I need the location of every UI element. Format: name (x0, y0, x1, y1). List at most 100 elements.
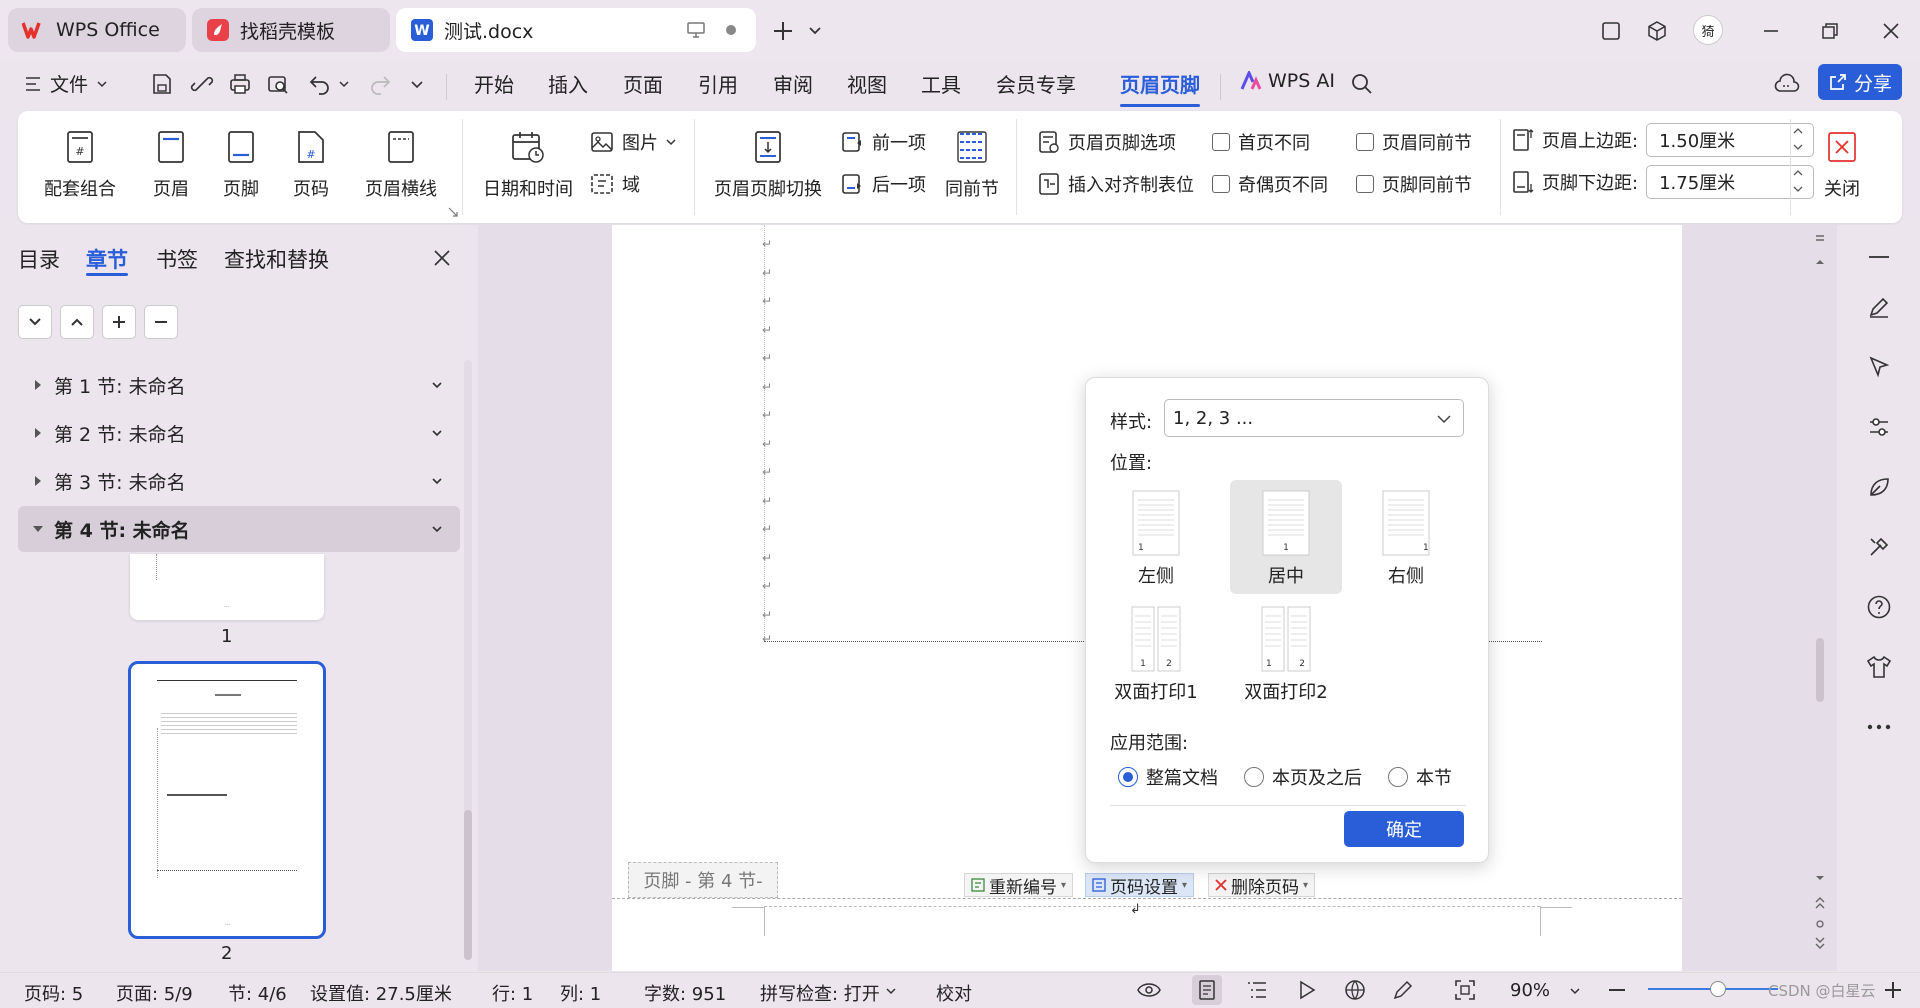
menu-tools[interactable]: 工具 (921, 70, 961, 100)
status-row[interactable]: 行: 1 (492, 980, 533, 1006)
page-thumbnail-selected[interactable]: ... (128, 661, 326, 939)
style-select[interactable]: 1, 2, 3 ... (1164, 399, 1464, 437)
remove-section-button[interactable] (144, 305, 178, 339)
status-col[interactable]: 列: 1 (560, 980, 601, 1006)
previous-item-button[interactable]: 前一项 (840, 127, 926, 157)
page-number-button[interactable]: # 页码 (284, 127, 338, 201)
zoom-level[interactable]: 90% (1510, 980, 1550, 1001)
ok-button[interactable]: 确定 (1344, 811, 1464, 847)
tab-find-replace[interactable]: 查找和替换 (224, 244, 329, 274)
position-right-option[interactable]: 1 右侧 (1350, 480, 1462, 594)
spin-up-icon[interactable] (1793, 169, 1803, 177)
more-dots-icon[interactable] (1864, 712, 1894, 742)
menu-header-footer[interactable]: 页眉页脚 (1120, 70, 1200, 100)
set-combo-button[interactable]: # 配套组合 (38, 127, 122, 201)
dialog-launcher-icon[interactable] (448, 207, 458, 217)
status-page-code[interactable]: 页码: 5 (24, 980, 83, 1006)
chevron-down-icon[interactable] (886, 988, 896, 995)
menu-references[interactable]: 引用 (698, 70, 738, 100)
eye-icon[interactable] (1136, 977, 1162, 1003)
close-window-icon[interactable] (1876, 16, 1906, 46)
header-button[interactable]: 页眉 (144, 127, 198, 201)
save-icon[interactable] (150, 72, 174, 96)
restore-icon[interactable] (1815, 16, 1845, 46)
header-footer-options-button[interactable]: 页眉页脚选项 (1038, 127, 1176, 157)
footer-page-number[interactable]: ↲ (1130, 902, 1141, 917)
zoom-slider-handle[interactable] (1710, 981, 1726, 997)
picture-button[interactable]: 图片 (590, 127, 676, 157)
globe-icon[interactable] (1342, 977, 1368, 1003)
zoom-in-icon[interactable] (1880, 977, 1906, 1003)
header-line-button[interactable]: 页眉横线 (356, 127, 446, 201)
close-panel-icon[interactable] (432, 248, 452, 268)
file-menu[interactable]: 文件 (24, 70, 108, 97)
document-scrollbar-thumb[interactable] (1816, 638, 1824, 702)
header-top-margin-input[interactable]: 1.50厘米 (1646, 123, 1815, 157)
tab-bookmarks[interactable]: 书签 (156, 244, 198, 274)
pen-edit-icon[interactable] (1390, 977, 1416, 1003)
section-row[interactable]: 第 1 节: 未命名 (18, 362, 460, 408)
menu-start[interactable]: 开始 (474, 70, 514, 100)
scroll-nav-icons[interactable] (1814, 872, 1826, 962)
status-section[interactable]: 节: 4/6 (228, 980, 287, 1006)
footer-same-as-prev-checkbox[interactable]: 页脚同前节 (1356, 169, 1472, 199)
status-pages[interactable]: 页面: 5/9 (116, 980, 193, 1006)
section-row-active[interactable]: 第 4 节: 未命名 (18, 506, 460, 552)
insert-align-tab-button[interactable]: 插入对齐制表位 (1038, 169, 1194, 199)
pen-icon[interactable] (1864, 292, 1894, 322)
page-view-icon[interactable] (1192, 975, 1222, 1005)
field-button[interactable]: 域 (590, 169, 640, 199)
cube-icon[interactable] (1642, 16, 1672, 46)
date-time-button[interactable]: 日期和时间 (480, 127, 576, 201)
undo-icon[interactable] (308, 72, 332, 96)
same-as-previous-button[interactable]: 同前节 (942, 127, 1002, 201)
status-proofread[interactable]: 校对 (936, 980, 972, 1006)
next-item-button[interactable]: 后一项 (840, 169, 926, 199)
fit-screen-icon[interactable] (1452, 977, 1478, 1003)
tab-test-docx[interactable]: W 测试.docx (396, 8, 756, 52)
help-icon[interactable] (1864, 592, 1894, 622)
scroll-to-top-icon[interactable] (1814, 234, 1826, 270)
user-avatar[interactable]: 猗 (1693, 15, 1723, 45)
menu-insert[interactable]: 插入 (548, 70, 588, 100)
menu-page[interactable]: 页面 (623, 70, 663, 100)
print-icon[interactable] (228, 72, 252, 96)
position-left-option[interactable]: 1 左侧 (1100, 480, 1212, 594)
page-number-settings-button[interactable]: 页码设置 ▾ (1085, 873, 1195, 898)
header-same-as-prev-checkbox[interactable]: 页眉同前节 (1356, 127, 1472, 157)
scope-this-section-radio[interactable]: 本节 (1388, 764, 1452, 790)
share-button[interactable]: 分享 (1818, 64, 1902, 100)
footer-button[interactable]: 页脚 (214, 127, 268, 201)
chevron-down-icon[interactable] (432, 525, 442, 533)
menu-review[interactable]: 审阅 (773, 70, 813, 100)
shirt-icon[interactable] (1864, 652, 1894, 682)
menu-member[interactable]: 会员专享 (996, 70, 1076, 100)
spin-down-icon[interactable] (1793, 143, 1803, 151)
undo-dropdown-icon[interactable] (338, 80, 350, 88)
collapse-bar-icon[interactable] (1864, 242, 1894, 272)
print-preview-icon[interactable] (266, 72, 290, 96)
cursor-icon[interactable] (1864, 352, 1894, 382)
add-section-button[interactable] (102, 305, 136, 339)
chevron-down-icon[interactable] (432, 477, 442, 485)
spin-up-icon[interactable] (1793, 127, 1803, 135)
link-icon[interactable] (190, 72, 214, 96)
play-icon[interactable] (1294, 977, 1320, 1003)
first-page-different-checkbox[interactable]: 首页不同 (1212, 127, 1310, 157)
close-header-footer-button[interactable]: 关闭 (1812, 127, 1872, 201)
zoom-dropdown-icon[interactable] (1570, 988, 1580, 995)
renumber-button[interactable]: 重新编号 ▾ (964, 873, 1074, 898)
more-chevron-icon[interactable] (410, 80, 424, 90)
status-setting[interactable]: 设置值: 27.5厘米 (310, 980, 452, 1006)
leaf-icon[interactable] (1864, 472, 1894, 502)
odd-even-different-checkbox[interactable]: 奇偶页不同 (1212, 169, 1328, 199)
sliders-icon[interactable] (1864, 412, 1894, 442)
wps-ai-button[interactable]: WPS AI (1240, 70, 1335, 92)
collapse-up-button[interactable] (60, 305, 94, 339)
expand-down-button[interactable] (18, 305, 52, 339)
window-layout-icon[interactable] (1596, 16, 1626, 46)
tools-icon[interactable] (1864, 532, 1894, 562)
page-thumbnail[interactable]: ... (130, 554, 324, 620)
menu-view[interactable]: 视图 (847, 70, 887, 100)
position-center-option[interactable]: 1 居中 (1230, 480, 1342, 594)
